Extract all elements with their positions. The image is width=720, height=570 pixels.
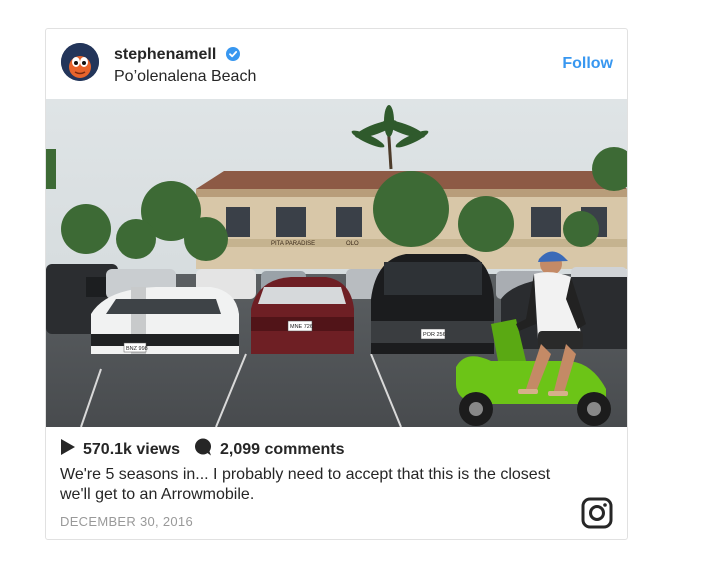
- license-plate: MNE 726: [290, 324, 313, 330]
- license-plate: BNZ 998: [126, 346, 148, 352]
- post-caption: We're 5 seasons in... I probably need to…: [60, 466, 551, 503]
- post-stats: 570.1k views 2,099 comments: [61, 438, 344, 461]
- follow-button[interactable]: Follow: [562, 55, 613, 73]
- play-icon: [61, 439, 75, 460]
- username-text[interactable]: stephenamell: [114, 46, 216, 63]
- avatar[interactable]: [61, 43, 99, 81]
- post-date[interactable]: DECEMBER 30, 2016: [60, 514, 193, 529]
- license-plate: POR 256: [423, 332, 446, 338]
- verified-badge-icon: [225, 47, 240, 66]
- post-photo[interactable]: PITA PARADISE OLO BNZ 998 MNE 726 POR 25…: [46, 99, 627, 427]
- post-header: stephenamell Po’olenalena Beach Follow: [46, 29, 627, 99]
- location-link[interactable]: Po’olenalena Beach: [114, 68, 256, 86]
- instagram-logo-icon[interactable]: [581, 497, 613, 529]
- views-count[interactable]: 570.1k views: [83, 441, 180, 459]
- comments-count[interactable]: 2,099 comments: [220, 441, 345, 459]
- storefront-sign: OLO: [346, 241, 359, 247]
- username-link[interactable]: stephenamell: [114, 46, 240, 66]
- instagram-embed-card: stephenamell Po’olenalena Beach Follow P…: [45, 28, 628, 540]
- comment-icon: [194, 438, 212, 461]
- storefront-sign: PITA PARADISE: [271, 241, 315, 247]
